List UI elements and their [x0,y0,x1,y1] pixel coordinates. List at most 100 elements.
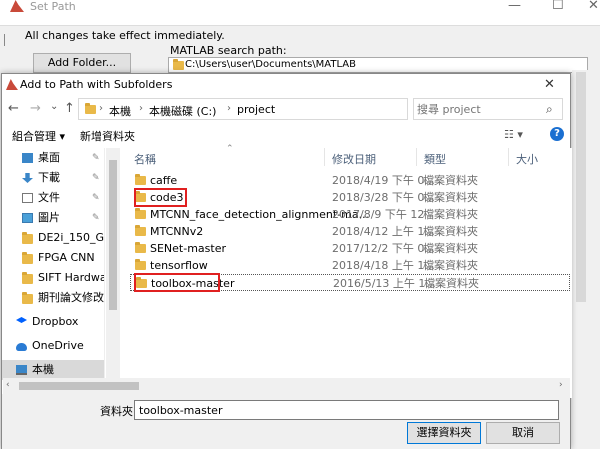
file-date: 2017/12/2 下午 0... [332,242,435,255]
nav-item-label: FPGA CNN [38,251,95,264]
help-icon[interactable]: ? [550,127,564,141]
column-header-type[interactable]: 類型 [424,151,446,167]
folder-icon [22,292,33,304]
address-bar[interactable]: › 本機 › 本機磁碟 (C:) › project ⌄ ↻ [78,98,481,120]
set-path-titlebar: Set Path — ☐ ✕ [0,0,600,26]
file-list: 名稱 ⌃ 修改日期 類型 大小 caffe 2018/4/19 下午 0... … [120,144,572,398]
folder-icon [135,225,146,236]
matlab-icon [10,0,24,12]
breadcrumb-separator: › [99,103,103,114]
select-folder-button[interactable]: 選擇資料夾 [407,422,481,444]
desktop-icon [22,153,33,163]
search-box[interactable]: ⌕ [413,98,563,120]
file-date: 2018/4/18 上午 1... [332,259,435,272]
nav-item-label: 下載 [38,171,60,184]
file-type: 檔案資料夾 [423,174,478,187]
onedrive-icon [16,343,27,351]
column-header-name[interactable]: 名稱 [134,151,156,167]
nav-item-dropbox[interactable]: Dropbox [2,312,104,332]
column-divider[interactable] [324,148,325,166]
folder-icon [22,252,33,264]
recent-locations-icon[interactable]: ⌄ [50,101,58,112]
search-path-label: MATLAB search path: [170,44,287,57]
search-input[interactable] [417,101,537,117]
horizontal-scrollbar[interactable]: ‹ › [3,378,570,394]
nav-item-label: Dropbox [32,315,79,328]
this-pc-icon [16,365,27,375]
file-row[interactable]: caffe 2018/4/19 下午 0... 檔案資料夾 [130,172,570,189]
nav-item-fpga-cnn[interactable]: FPGA CNN [2,248,104,268]
pin-icon: ✎ [92,213,100,223]
file-row[interactable]: tensorflow 2018/4/18 上午 1... 檔案資料夾 [130,257,570,274]
scrollbar-thumb[interactable] [109,160,117,310]
scroll-right-icon[interactable]: › [559,380,563,390]
nav-item-pictures[interactable]: 圖片 ✎ [2,208,104,228]
minimize-button[interactable]: — [508,0,521,12]
nav-item-onedrive[interactable]: OneDrive [2,336,104,356]
file-type: 檔案資料夾 [423,208,478,221]
dialog-close-button[interactable]: ✕ [544,77,555,92]
search-path-list[interactable]: C:\Users\user\Documents\MATLAB [168,57,588,73]
nav-item-de2i[interactable]: DE2i_150_Golde [2,228,104,248]
forward-arrow-icon[interactable]: → [30,101,41,116]
file-type: 檔案資料夾 [423,225,478,238]
nav-item-label: 期刊論文修改 [38,291,104,304]
file-type: 檔案資料夾 [423,259,478,272]
search-icon[interactable]: ⌕ [546,102,553,117]
nav-item-label: 圖片 [38,211,60,224]
add-folder-button[interactable]: Add Folder... [33,53,131,73]
nav-item-downloads[interactable]: 下載 ✎ [2,168,104,188]
dialog-toolbar: 組合管理 ▾ 新增資料夾 ☷ ▾ ? [2,125,570,147]
breadcrumb-local-disk[interactable]: 本機磁碟 (C:) [149,103,216,119]
nav-item-label: 文件 [38,191,60,204]
folder-icon [135,174,146,185]
nav-item-documents[interactable]: 文件 ✎ [2,188,104,208]
nav-item-label: SIFT Hardware [38,271,104,284]
up-arrow-icon[interactable]: ↑ [64,101,75,116]
file-row[interactable]: code3 2018/3/28 下午 0... 檔案資料夾 [130,189,570,206]
file-row[interactable]: MTCNN_face_detection_alignment-ma... 201… [130,206,570,223]
dialog-footer: 資料夾: 選擇資料夾 取消 [2,394,570,449]
file-row[interactable]: SENet-master 2017/12/2 下午 0... 檔案資料夾 [130,240,570,257]
dialog-title: Add to Path with Subfolders [20,78,173,91]
file-name: MTCNNv2 [150,225,204,238]
new-folder-button[interactable]: 新增資料夾 [80,128,135,144]
nav-item-label: 桌面 [38,151,60,164]
column-divider[interactable] [508,148,509,166]
column-divider[interactable] [416,148,417,166]
scrollbar[interactable] [576,72,586,302]
nav-scrollbar[interactable] [106,148,120,396]
column-header-date[interactable]: 修改日期 [332,151,376,167]
documents-icon [22,193,33,203]
pin-icon: ✎ [92,193,100,203]
file-row[interactable]: MTCNNv2 2018/4/12 上午 1... 檔案資料夾 [130,223,570,240]
set-path-title: Set Path [30,0,76,13]
close-button[interactable]: ✕ [588,0,599,12]
scrollbar-thumb[interactable] [19,382,139,390]
maximize-button[interactable]: ☐ [552,0,564,12]
organize-menu[interactable]: 組合管理 ▾ [12,128,65,144]
folder-icon [22,232,33,244]
highlight-box-code3 [134,188,187,207]
nav-item-journal[interactable]: 期刊論文修改 [2,288,104,308]
file-date: 2018/3/28 下午 0... [332,191,435,204]
window-edge [4,34,10,46]
folder-icon [135,208,146,219]
breadcrumb-project[interactable]: project [237,103,275,116]
file-type: 檔案資料夾 [423,242,478,255]
view-options-icon[interactable]: ☷ ▾ [504,128,523,141]
search-path-list-edge [572,70,600,449]
nav-item-sift[interactable]: SIFT Hardware [2,268,104,288]
matlab-icon [6,79,18,90]
file-type: 檔案資料夾 [424,277,479,290]
scroll-left-icon[interactable]: ‹ [6,380,10,390]
column-header-size[interactable]: 大小 [516,151,538,167]
nav-item-this-pc[interactable]: 本機 [2,360,104,380]
breadcrumb-this-pc[interactable]: 本機 [109,103,131,119]
file-type: 檔案資料夾 [423,191,478,204]
folder-name-input[interactable] [134,400,559,420]
cancel-button[interactable]: 取消 [486,422,560,444]
back-arrow-icon[interactable]: ← [8,101,19,116]
path-entry[interactable]: C:\Users\user\Documents\MATLAB [185,59,356,70]
nav-item-desktop[interactable]: 桌面 ✎ [2,148,104,168]
